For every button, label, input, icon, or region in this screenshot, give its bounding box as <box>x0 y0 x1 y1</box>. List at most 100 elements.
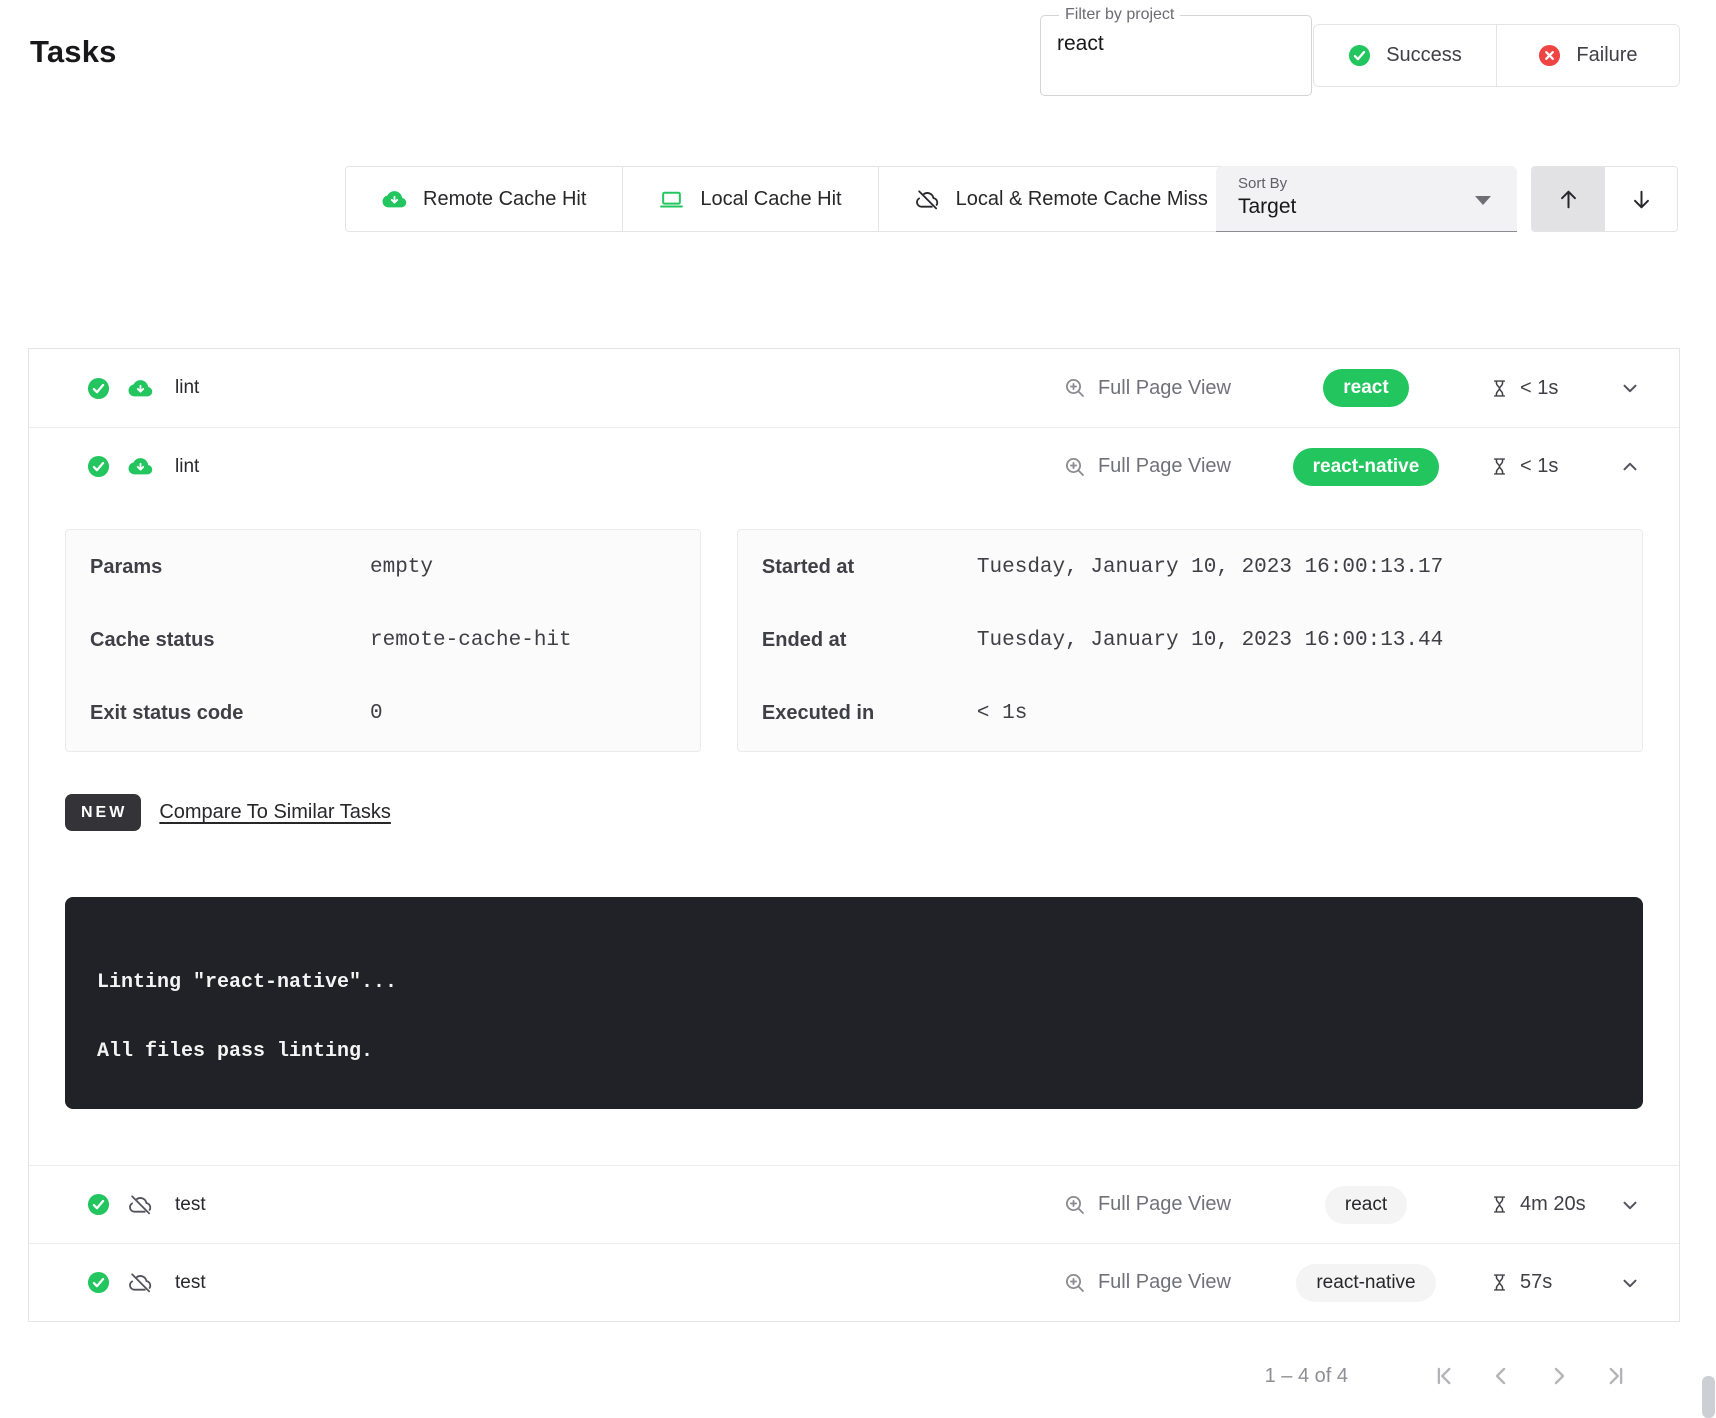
full-page-view-button[interactable]: Full Page View <box>1057 1270 1237 1296</box>
executed-in-row: Executed in < 1s <box>738 677 1642 750</box>
task-target-label: lint <box>175 456 199 478</box>
cache-status-value: remote-cache-hit <box>370 629 572 652</box>
failure-filter-button[interactable]: Failure <box>1496 25 1679 86</box>
page-title: Tasks <box>30 34 117 70</box>
task-target-label: test <box>175 1272 206 1294</box>
sort-descending-button[interactable] <box>1604 167 1677 231</box>
cache-status-label: Cache status <box>90 629 370 652</box>
project-filter-label: Filter by project <box>1059 6 1180 24</box>
full-page-view-button[interactable]: Full Page View <box>1057 1192 1237 1218</box>
project-badge[interactable]: react-native <box>1296 1264 1435 1302</box>
detail-grid: Params empty Cache status remote-cache-h… <box>65 529 1643 752</box>
cloud-download-icon <box>382 187 407 212</box>
task-row-test-react-native[interactable]: test Full Page View react-native 57s <box>29 1243 1679 1321</box>
local-cache-hit-filter-button[interactable]: Local Cache Hit <box>622 167 877 231</box>
chevron-up-icon[interactable] <box>1619 456 1641 478</box>
executed-in-value: < 1s <box>977 702 1027 725</box>
chevron-down-icon[interactable] <box>1619 377 1641 399</box>
chevron-down-icon[interactable] <box>1619 1272 1641 1294</box>
status-filter-group: Success Failure <box>1313 24 1680 87</box>
previous-page-icon <box>1488 1363 1514 1389</box>
terminal-line: All files pass linting. <box>97 1040 1611 1063</box>
full-page-view-button[interactable]: Full Page View <box>1057 454 1237 480</box>
task-duration-label: 57s <box>1520 1271 1552 1294</box>
task-row-lint-react[interactable]: lint Full Page View react < 1s <box>29 349 1679 427</box>
cloud-download-icon <box>128 454 153 479</box>
ended-at-value: Tuesday, January 10, 2023 16:00:13.44 <box>977 629 1443 652</box>
project-badge[interactable]: react <box>1325 1186 1407 1224</box>
next-page-button[interactable] <box>1546 1363 1572 1389</box>
sort-by-select[interactable]: Sort By Target <box>1216 166 1517 232</box>
chevron-down-icon[interactable] <box>1619 1194 1641 1216</box>
check-circle-icon <box>87 377 110 400</box>
cloud-download-icon <box>128 376 153 401</box>
scrollbar-thumb[interactable] <box>1702 1376 1715 1418</box>
full-page-view-label: Full Page View <box>1098 1271 1231 1294</box>
project-filter-field: Filter by project <box>1040 6 1312 96</box>
sort-by-label: Sort By <box>1238 175 1495 192</box>
last-page-button[interactable] <box>1604 1363 1630 1389</box>
previous-page-button[interactable] <box>1488 1363 1514 1389</box>
sort-by-value: Target <box>1238 195 1495 219</box>
success-filter-label: Success <box>1386 44 1462 67</box>
last-page-icon <box>1604 1363 1630 1389</box>
cache-filter-group: Remote Cache Hit Local Cache Hit Local &… <box>345 166 1245 232</box>
project-badge[interactable]: react <box>1323 369 1408 407</box>
hourglass-icon <box>1489 1194 1510 1215</box>
exit-status-value: 0 <box>370 702 383 725</box>
zoom-in-icon <box>1063 1271 1087 1295</box>
task-params-panel: Params empty Cache status remote-cache-h… <box>65 529 701 752</box>
zoom-in-icon <box>1063 376 1087 400</box>
hourglass-icon <box>1489 456 1510 477</box>
started-at-label: Started at <box>762 556 977 579</box>
cloud-off-icon <box>128 1192 153 1217</box>
failure-filter-label: Failure <box>1576 44 1637 67</box>
task-row-actions: Full Page View react-native < 1s <box>1057 448 1641 486</box>
laptop-icon <box>659 187 684 212</box>
first-page-button[interactable] <box>1430 1363 1456 1389</box>
full-page-view-button[interactable]: Full Page View <box>1057 375 1237 401</box>
params-row: Params empty <box>66 531 700 604</box>
ended-at-row: Ended at Tuesday, January 10, 2023 16:00… <box>738 604 1642 677</box>
check-circle-icon <box>1348 44 1371 67</box>
task-row-actions: Full Page View react 4m 20s <box>1057 1186 1641 1224</box>
sort-ascending-button[interactable] <box>1532 167 1604 231</box>
full-page-view-label: Full Page View <box>1098 377 1231 400</box>
cache-miss-label: Local & Remote Cache Miss <box>956 188 1208 211</box>
terminal-line: Linting "react-native"... <box>97 971 1611 994</box>
arrow-up-icon <box>1556 187 1581 212</box>
zoom-in-icon <box>1063 1193 1087 1217</box>
task-details-panel: Params empty Cache status remote-cache-h… <box>29 505 1679 1165</box>
project-filter-input[interactable] <box>1057 26 1295 56</box>
first-page-icon <box>1430 1363 1456 1389</box>
hourglass-icon <box>1489 378 1510 399</box>
ended-at-label: Ended at <box>762 629 977 652</box>
task-list-card: lint Full Page View react < 1s <box>28 348 1680 1322</box>
full-page-view-label: Full Page View <box>1098 1193 1231 1216</box>
cache-miss-filter-button[interactable]: Local & Remote Cache Miss <box>878 167 1244 231</box>
terminal-output: Linting "react-native"... All files pass… <box>65 897 1643 1109</box>
task-target-label: lint <box>175 377 199 399</box>
params-label: Params <box>90 556 370 579</box>
task-duration: < 1s <box>1489 377 1589 400</box>
pagination-range-label: 1 – 4 of 4 <box>1265 1365 1348 1388</box>
compare-row: NEW Compare To Similar Tasks <box>65 794 1643 831</box>
project-badge[interactable]: react-native <box>1293 448 1440 486</box>
task-duration-label: < 1s <box>1520 455 1558 478</box>
params-value: empty <box>370 556 433 579</box>
new-badge: NEW <box>65 794 141 831</box>
task-row-lint-react-native[interactable]: lint Full Page View react-native < 1s <box>29 427 1679 505</box>
local-cache-hit-label: Local Cache Hit <box>700 188 841 211</box>
compare-similar-tasks-link[interactable]: Compare To Similar Tasks <box>159 801 391 824</box>
success-filter-button[interactable]: Success <box>1314 25 1496 86</box>
task-row-test-react[interactable]: test Full Page View react 4m 20s <box>29 1165 1679 1243</box>
sort-direction-group <box>1531 166 1678 232</box>
remote-cache-hit-label: Remote Cache Hit <box>423 188 586 211</box>
started-at-row: Started at Tuesday, January 10, 2023 16:… <box>738 531 1642 604</box>
task-duration-label: < 1s <box>1520 377 1558 400</box>
x-circle-icon <box>1538 44 1561 67</box>
remote-cache-hit-filter-button[interactable]: Remote Cache Hit <box>346 167 622 231</box>
cloud-off-icon <box>915 187 940 212</box>
full-page-view-label: Full Page View <box>1098 455 1231 478</box>
cache-status-row: Cache status remote-cache-hit <box>66 604 700 677</box>
